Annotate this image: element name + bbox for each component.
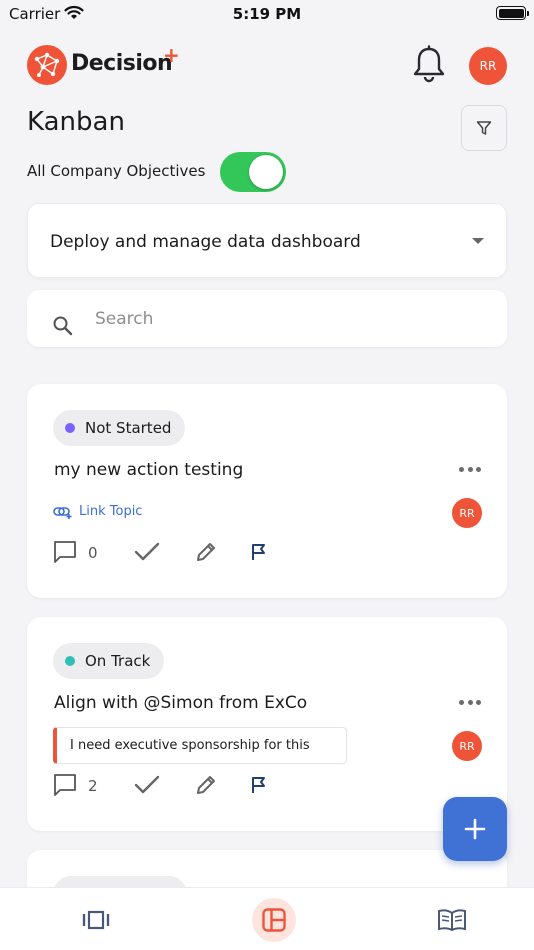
action-card[interactable]: On Track Align with @Simon from ExCo I n… <box>27 617 507 831</box>
status-label: On Track <box>85 652 151 670</box>
more-options-icon[interactable] <box>459 700 481 706</box>
objective-dropdown[interactable]: Deploy and manage data dashboard <box>27 203 507 278</box>
card-title[interactable]: my new action testing <box>54 460 243 480</box>
status-badge[interactable]: On Track <box>53 643 165 679</box>
link-topic-button[interactable]: Link Topic <box>53 504 142 519</box>
status-bar: Carrier 5:19 PM <box>0 0 534 30</box>
tab-kanban[interactable] <box>234 888 314 950</box>
caret-down-icon <box>472 238 484 244</box>
add-action-button[interactable] <box>443 797 507 861</box>
status-dot <box>65 656 75 666</box>
search-bar[interactable] <box>27 290 507 347</box>
brand-name: Decision <box>71 51 173 76</box>
card-title[interactable]: Align with @Simon from ExCo <box>54 693 307 713</box>
card-actions: 2 <box>53 773 283 799</box>
clock: 5:19 PM <box>232 5 302 23</box>
filter-button[interactable] <box>461 105 507 151</box>
comment-icon[interactable] <box>53 773 77 797</box>
decision-logo-icon <box>27 45 67 85</box>
active-tab-highlight <box>252 897 296 942</box>
all-objectives-label: All Company Objectives <box>27 162 206 180</box>
edit-icon[interactable] <box>195 540 217 564</box>
kanban-icon <box>262 907 286 932</box>
tab-board[interactable] <box>56 888 136 950</box>
comment-icon[interactable] <box>53 540 77 564</box>
assignee-avatar[interactable]: RR <box>452 498 482 528</box>
notifications-bell-icon[interactable] <box>412 45 446 83</box>
search-input[interactable] <box>95 304 475 334</box>
card-note: I need executive sponsorship for this <box>53 727 347 764</box>
comment-count: 0 <box>88 544 98 562</box>
more-options-icon[interactable] <box>459 467 481 473</box>
bottom-tab-bar <box>0 887 534 950</box>
flag-icon[interactable] <box>249 540 269 564</box>
status-badge[interactable]: Not Started <box>53 410 186 446</box>
user-avatar[interactable]: RR <box>469 47 507 85</box>
check-icon[interactable] <box>134 540 160 564</box>
brand-plus: + <box>163 43 180 67</box>
flag-icon[interactable] <box>249 773 269 797</box>
card-actions: 0 <box>53 540 283 566</box>
action-card[interactable]: Not Started my new action testing Link T… <box>27 384 507 598</box>
status-label: Not Started <box>85 419 172 437</box>
comment-count: 2 <box>88 777 98 795</box>
toggle-knob <box>249 155 283 189</box>
edit-icon[interactable] <box>195 773 217 797</box>
assignee-avatar[interactable]: RR <box>452 731 482 761</box>
link-topic-label: Link Topic <box>79 504 143 519</box>
all-objectives-toggle[interactable] <box>220 152 286 192</box>
board-icon <box>82 910 110 929</box>
book-icon <box>438 908 466 931</box>
search-icon <box>53 316 73 336</box>
check-icon[interactable] <box>134 773 160 797</box>
filter-icon <box>476 121 492 135</box>
status-dot <box>65 423 75 433</box>
tab-library[interactable] <box>412 888 492 950</box>
page-title: Kanban <box>27 107 125 137</box>
link-icon <box>53 506 72 519</box>
objective-selected-value: Deploy and manage data dashboard <box>50 232 361 252</box>
plus-icon <box>464 818 486 840</box>
battery-icon <box>496 6 529 20</box>
